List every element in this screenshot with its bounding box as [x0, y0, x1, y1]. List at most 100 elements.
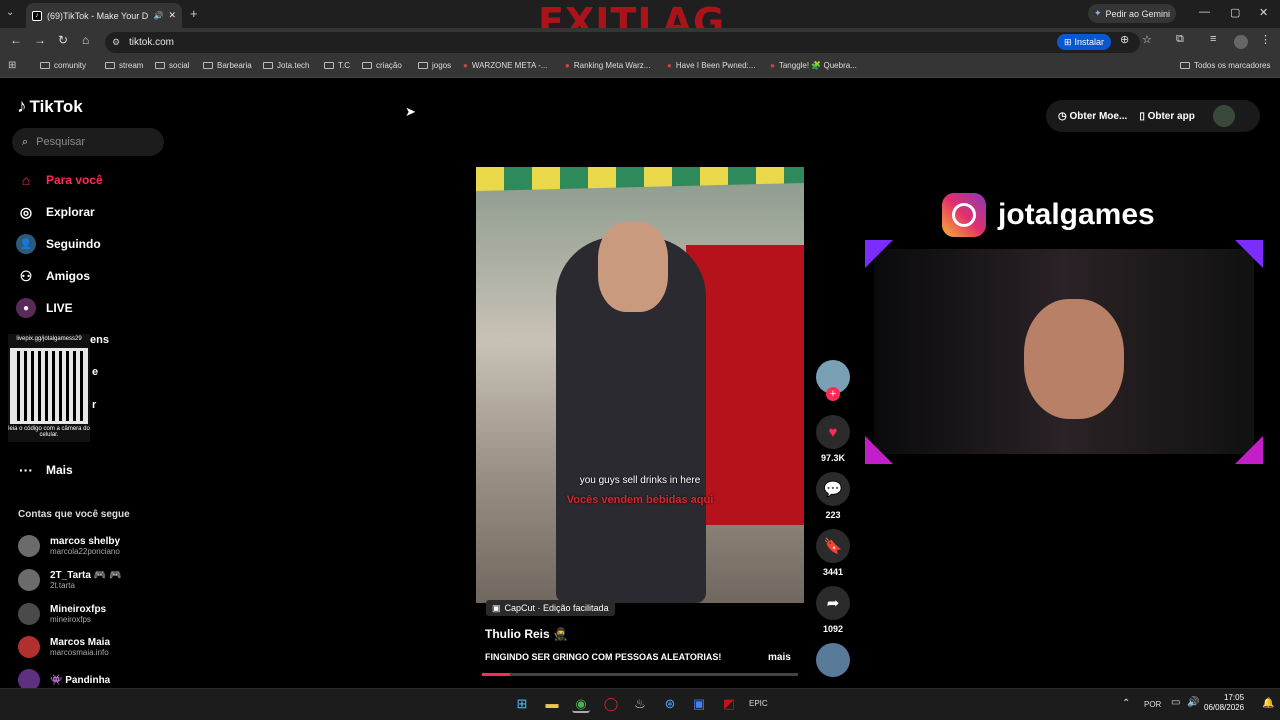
video-author[interactable]: Thulio Reis 🥷 — [485, 627, 568, 641]
followed-account[interactable]: Marcos Maia marcosmaia.info — [18, 636, 110, 658]
folder-icon — [203, 62, 213, 69]
bookmark-item[interactable]: jogos — [418, 61, 451, 70]
system-clock[interactable]: 17:05 06/08/2026 — [1204, 693, 1244, 713]
minimize-icon[interactable]: — — [1199, 6, 1210, 18]
account-name: Mineiroxfps — [50, 604, 107, 615]
nav-live[interactable]: ● LIVE — [16, 298, 73, 318]
zoom-icon[interactable]: ⊕ — [1120, 33, 1129, 46]
bookmark-item[interactable]: ● WARZONE META -... — [463, 61, 547, 70]
nav-partial-messages[interactable]: ens — [90, 334, 109, 346]
video-progress-fill — [482, 673, 511, 676]
mouse-cursor-icon: ➤ — [405, 104, 416, 119]
media-icon[interactable]: ≡ — [1210, 33, 1216, 45]
nav-for-you[interactable]: ⌂ Para você — [16, 170, 103, 190]
profile-avatar[interactable] — [1212, 105, 1235, 127]
apps-icon[interactable]: ⊞ — [8, 60, 16, 71]
file-explorer-icon[interactable]: ▬ — [543, 695, 561, 713]
bookmark-item[interactable]: comunity — [40, 61, 86, 70]
save-button[interactable]: 🔖 3441 — [816, 529, 850, 577]
comment-icon: 💬 — [816, 472, 850, 506]
follow-plus-icon[interactable]: + — [826, 387, 840, 401]
get-app-button[interactable]: ▯ Obter app — [1139, 111, 1195, 122]
bookmark-item[interactable]: ● Ranking Meta Warz... — [565, 61, 650, 70]
bookmark-item[interactable]: stream — [105, 61, 143, 70]
nav-partial-profile[interactable]: e — [92, 366, 98, 378]
home-icon: ⌂ — [21, 172, 31, 188]
extensions-icon[interactable]: ⧉ — [1176, 33, 1184, 46]
search-input[interactable]: ⌕ Pesquisar — [12, 128, 164, 156]
address-bar[interactable]: tiktok.com — [105, 32, 1140, 53]
header-actions: ◷ Obter Moe... ▯ Obter app — [1046, 100, 1260, 132]
tab-search-icon[interactable]: ⌄ — [6, 7, 14, 18]
notification-icon[interactable]: 🔔 — [1262, 698, 1274, 709]
more-link[interactable]: mais — [768, 652, 791, 663]
close-tab-icon[interactable]: ✕ — [168, 10, 176, 21]
back-icon[interactable]: ← — [10, 33, 22, 47]
browser-tab[interactable]: ♪ (69)TikTok - Make Your Day 🔊 ✕ — [26, 3, 182, 28]
gemini-button[interactable]: ✦ Pedir ao Gemini — [1088, 4, 1176, 23]
nav-partial-upload[interactable]: r — [92, 399, 96, 411]
url-text: tiktok.com — [129, 37, 175, 48]
capcut-badge[interactable]: ▣ CapCut · Edição facilitada — [486, 600, 615, 616]
tray-chevron-icon[interactable]: ⌃ — [1122, 698, 1130, 709]
volume-icon[interactable]: 🔊 — [1187, 697, 1199, 708]
menu-icon[interactable]: ⋮ — [1260, 33, 1271, 46]
exitlag-icon[interactable]: ◩ — [720, 695, 738, 713]
bookmark-label: Ranking Meta Warz... — [573, 61, 651, 70]
language-indicator[interactable]: POR — [1144, 700, 1161, 709]
music-disc[interactable] — [816, 643, 850, 677]
bookmark-star-icon[interactable]: ☆ — [1142, 33, 1152, 46]
video-description: FINGINDO SER GRINGO COM PESSOAS ALEATORI… — [485, 652, 722, 662]
bookmark-item[interactable]: ● Have I Been Pwned:... — [667, 61, 755, 70]
capcut-label: CapCut · Edição facilitada — [504, 603, 609, 613]
followed-account[interactable]: 2T_Tarta 🎮 🎮 2t.tarta — [18, 569, 121, 591]
bookmark-label: social — [169, 61, 190, 70]
video-progress-bar[interactable] — [482, 673, 798, 676]
bookmark-item[interactable]: criação — [362, 61, 402, 70]
bookmark-item[interactable]: Barbearia — [203, 61, 252, 70]
bookmark-label: Tanggle! 🧩 Quebra... — [778, 61, 857, 70]
followed-account[interactable]: marcos shelby marcola22ponciano — [18, 535, 120, 557]
epic-games-icon[interactable]: EPIC — [749, 695, 768, 713]
nav-more[interactable]: ··· Mais — [16, 460, 73, 480]
steam-icon[interactable]: ♨ — [631, 695, 649, 713]
all-bookmarks-button[interactable]: Todos os marcadores — [1180, 61, 1270, 70]
maximize-icon[interactable]: ▢ — [1230, 6, 1240, 19]
audio-icon[interactable]: 🔊 — [153, 11, 163, 20]
close-window-icon[interactable]: ✕ — [1259, 6, 1268, 19]
profile-avatar[interactable] — [1234, 35, 1248, 49]
video-player[interactable]: you guys sell drinks in here Vocês vende… — [476, 167, 804, 603]
opera-icon[interactable]: ◯ — [602, 695, 620, 713]
bookmark-item[interactable]: ● Tanggle! 🧩 Quebra... — [770, 61, 857, 70]
install-button[interactable]: ⊞ Instalar — [1057, 34, 1111, 50]
video-frame-decor — [476, 167, 804, 191]
bookmark-item[interactable]: T.C — [324, 61, 350, 70]
live-icon: ● — [16, 298, 36, 318]
nav-explore[interactable]: ◎ Explorar — [16, 202, 95, 222]
new-tab-button[interactable]: + — [190, 6, 198, 21]
webcam-corner-decor — [1235, 240, 1263, 268]
like-button[interactable]: ♥ 97.3K — [816, 415, 850, 463]
tiktok-logo[interactable]: ♪ TikTok — [17, 96, 83, 118]
share-button[interactable]: ➦ 1092 — [816, 586, 850, 634]
battlenet-icon[interactable]: ⊛ — [661, 695, 679, 713]
network-icon[interactable]: ▭ — [1171, 697, 1180, 708]
site-info-icon[interactable]: ⚙ — [112, 37, 120, 48]
start-icon[interactable]: ⊞ — [513, 695, 531, 713]
home-icon[interactable]: ⌂ — [82, 33, 89, 47]
get-coins-button[interactable]: ◷ Obter Moe... — [1058, 111, 1127, 122]
app-icon[interactable]: ▣ — [690, 695, 708, 713]
bookmark-label: Have I Been Pwned:... — [675, 61, 756, 70]
comment-button[interactable]: 💬 223 — [816, 472, 850, 520]
followed-account[interactable]: Mineiroxfps mineiroxfps — [18, 603, 106, 625]
chrome-icon[interactable]: ◉ — [572, 695, 590, 713]
site-favicon-icon: ● — [463, 61, 468, 70]
qr-title: livepix.gg/jotalgamess29 — [16, 336, 82, 342]
get-app-label: Obter app — [1147, 110, 1195, 122]
nav-friends[interactable]: ⚇ Amigos — [16, 266, 90, 286]
reload-icon[interactable]: ↻ — [58, 33, 68, 47]
bookmark-item[interactable]: social — [155, 61, 189, 70]
forward-icon[interactable]: → — [34, 33, 46, 47]
bookmark-item[interactable]: Jota.tech — [263, 61, 309, 70]
nav-following[interactable]: 👤 Seguindo — [16, 234, 101, 254]
